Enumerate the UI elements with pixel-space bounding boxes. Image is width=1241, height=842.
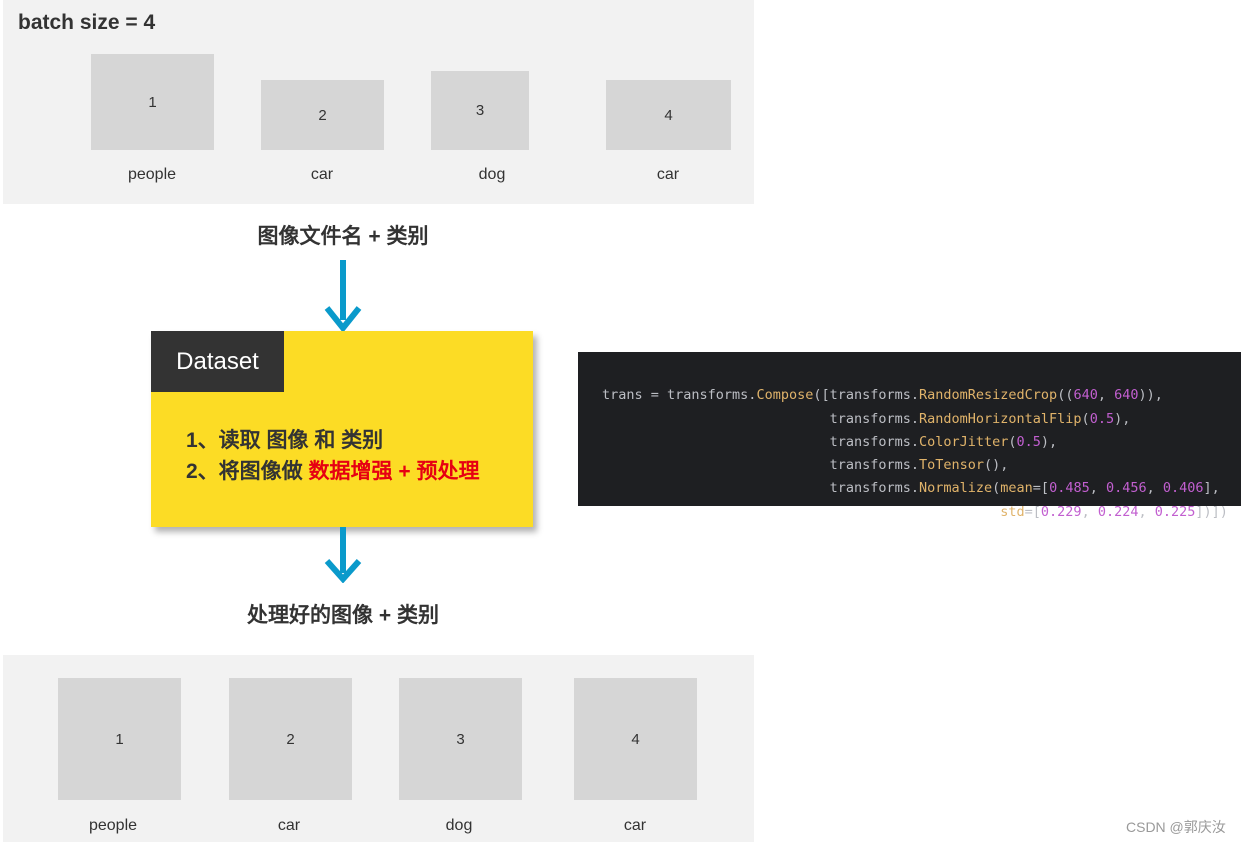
code-token: ColorJitter xyxy=(918,433,1009,450)
code-line: transforms.ToTensor(), xyxy=(602,454,1241,477)
code-token: 640 xyxy=(1073,387,1098,404)
code-token: (), xyxy=(984,457,1009,474)
code-token: ), xyxy=(1114,410,1131,427)
code-token: =[ xyxy=(1032,480,1050,497)
caption-top: 图像文件名 + 类别 xyxy=(257,225,429,248)
code-token: ], xyxy=(1203,480,1220,497)
image-label: car xyxy=(310,166,334,183)
code-token: transforms. xyxy=(602,433,919,450)
image-placeholder: 1 xyxy=(91,54,214,150)
image-label: dog xyxy=(478,166,506,183)
image-placeholder: 2 xyxy=(229,678,352,800)
step-2-highlight: 数据增强 + 预处理 xyxy=(308,460,480,483)
image-placeholder: 4 xyxy=(606,80,731,150)
batch-size-title: batch size = 4 xyxy=(18,11,156,34)
code-token: 0.406 xyxy=(1162,480,1204,497)
code-token: , xyxy=(1138,503,1155,520)
code-token: transforms. xyxy=(602,480,919,497)
code-token: 0.456 xyxy=(1105,480,1147,497)
code-token: 640 xyxy=(1114,387,1139,404)
image-placeholder: 2 xyxy=(261,80,384,150)
image-label: car xyxy=(277,817,301,834)
step-2-text: 2、将图像做 xyxy=(186,460,309,483)
code-token: ( xyxy=(1008,433,1017,450)
code-token: ([transforms. xyxy=(813,387,920,404)
code-token: transforms. xyxy=(602,410,919,427)
image-placeholder: 1 xyxy=(58,678,181,800)
dataset-step-1: 1、读取 图像 和 类别 xyxy=(186,429,384,452)
code-line: transforms.ColorJitter(0.5), xyxy=(602,431,1241,454)
image-placeholder: 3 xyxy=(431,71,529,150)
image-label: people xyxy=(88,817,138,834)
dataset-step-2: 2、将图像做 数据增强 + 预处理 xyxy=(186,455,479,485)
code-token: Compose xyxy=(756,387,814,404)
image-placeholder: 4 xyxy=(574,678,697,800)
code-token: =[ xyxy=(1024,503,1041,520)
code-token: 0.5 xyxy=(1089,410,1115,427)
dataset-tab: Dataset xyxy=(151,331,284,392)
code-token: ), xyxy=(1040,433,1058,450)
watermark: CSDN @郭庆汝 xyxy=(1126,819,1226,835)
code-token: )), xyxy=(1138,387,1163,404)
code-token: ])]) xyxy=(1195,503,1228,520)
code-token: transforms. xyxy=(602,457,919,474)
code-token: mean xyxy=(1000,480,1033,497)
code-token: ToTensor xyxy=(918,457,985,474)
code-token: 0.224 xyxy=(1097,503,1139,520)
code-token: , xyxy=(1089,480,1106,497)
code-token: RandomHorizontalFlip xyxy=(918,410,1082,427)
code-token: , xyxy=(1146,480,1163,497)
code-token: trans = transforms. xyxy=(602,387,757,404)
code-token: RandomResizedCrop xyxy=(919,387,1058,404)
code-token: Normalize xyxy=(918,480,993,497)
code-token: 0.5 xyxy=(1016,433,1041,450)
arrow-down-icon xyxy=(324,527,362,583)
code-token: 0.485 xyxy=(1049,480,1090,497)
code-line: transforms.Normalize(mean=[0.485, 0.456,… xyxy=(602,477,1241,500)
code-line: transforms.RandomHorizontalFlip(0.5), xyxy=(602,408,1241,431)
code-token: 0.225 xyxy=(1154,503,1196,520)
caption-bottom: 处理好的图像 + 类别 xyxy=(247,604,439,627)
code-token: ( xyxy=(1081,410,1090,427)
code-token: (( xyxy=(1057,387,1074,404)
code-token: , xyxy=(1097,387,1115,404)
code-panel: trans = transforms.Compose([transforms.R… xyxy=(578,352,1241,520)
code-token: , xyxy=(1081,503,1098,520)
code-line: trans = transforms.Compose([transforms.R… xyxy=(602,384,1241,407)
image-label: dog xyxy=(445,817,473,834)
arrow-down-icon xyxy=(324,260,362,332)
code-token: std xyxy=(1000,503,1025,520)
image-label: car xyxy=(623,817,647,834)
code-line: std=[0.229, 0.224, 0.225])]) xyxy=(602,501,1241,524)
image-label: people xyxy=(127,166,177,183)
image-label: car xyxy=(656,166,680,183)
code-token: 0.229 xyxy=(1040,503,1082,520)
image-placeholder: 3 xyxy=(399,678,522,800)
